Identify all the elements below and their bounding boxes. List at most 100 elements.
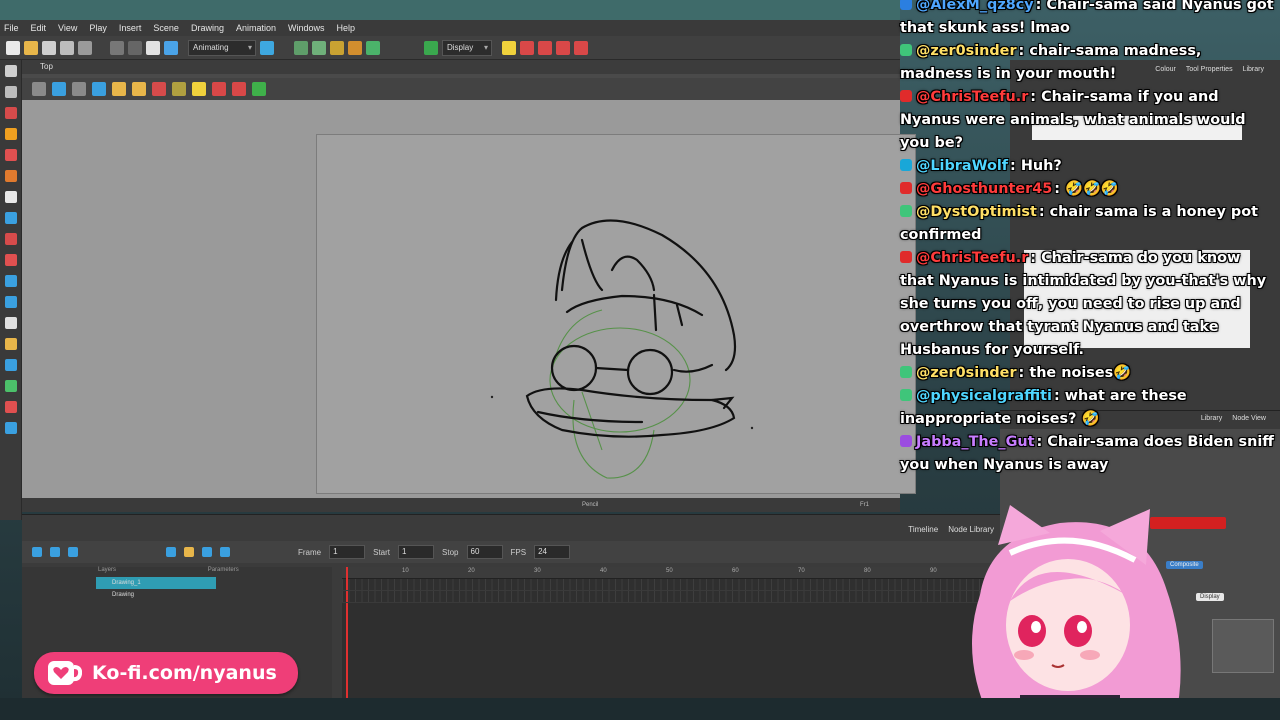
kofi-link[interactable]: Ko-fi.com/nyanus [92, 662, 277, 684]
stamp-tool-icon[interactable] [5, 401, 17, 413]
paint-tool-icon[interactable] [5, 170, 17, 182]
onion-range-icon[interactable] [574, 40, 588, 55]
ink-tool-icon[interactable] [5, 254, 17, 266]
text-tool-icon[interactable] [5, 191, 17, 203]
view-status-bar: Pencil Fr1 [22, 498, 900, 512]
cutter-tool-icon[interactable] [5, 380, 17, 392]
open-icon[interactable] [24, 40, 38, 55]
light-icon[interactable] [502, 40, 516, 55]
view-toolbar [22, 78, 900, 100]
menu-animation[interactable]: Animation [236, 23, 276, 33]
eraser-tool-icon[interactable] [5, 149, 17, 161]
sound-icon[interactable] [220, 547, 230, 557]
chat-username: @zer0sinder [916, 43, 1017, 59]
transform-tool-icon[interactable] [5, 359, 17, 371]
drawing-area[interactable] [22, 100, 916, 498]
save-icon[interactable] [42, 40, 56, 55]
select-tool-icon[interactable] [5, 65, 17, 77]
target-icon[interactable] [50, 547, 60, 557]
first-frame-icon[interactable] [68, 547, 78, 557]
zoom-tool-icon[interactable] [5, 338, 17, 350]
ellipse-tool-icon[interactable] [5, 212, 17, 224]
stop-field[interactable]: 60 [466, 545, 503, 559]
move-icon[interactable] [32, 547, 42, 557]
transform-icon[interactable] [330, 40, 344, 55]
save-as-icon[interactable] [60, 40, 74, 55]
chat-message: @ChrisTeefu.r: Chair-sama do you know th… [900, 250, 1267, 358]
stop-icon[interactable] [184, 547, 194, 557]
copy-icon[interactable] [164, 40, 178, 55]
camera-view: Top Pencil Fr1 [22, 60, 916, 512]
onion-next-icon[interactable] [556, 40, 570, 55]
brush-tool-icon[interactable] [5, 107, 17, 119]
chat-username: @LibraWolf [916, 158, 1009, 174]
play-icon[interactable] [166, 547, 176, 557]
chat-username: @physicalgraffiti [916, 388, 1052, 404]
tab-timeline[interactable]: Timeline [908, 525, 938, 534]
contour-tool-icon[interactable] [5, 86, 17, 98]
ruler-tick: 40 [600, 568, 607, 574]
workspace-select[interactable]: Animating [188, 39, 256, 56]
fit-view-icon[interactable] [52, 82, 66, 96]
chat-message: @Ghosthunter45: 🤣🤣🤣 [900, 178, 1276, 201]
kofi-banner[interactable]: Ko-fi.com/nyanus [34, 652, 298, 694]
track-row[interactable] [342, 579, 992, 591]
flip-icon[interactable] [72, 82, 86, 96]
onion-skin-icon[interactable] [520, 40, 534, 55]
frame-ruler[interactable]: 10 20 30 40 50 60 70 80 90 [342, 567, 992, 699]
grid-toggle-icon[interactable] [32, 82, 46, 96]
fps-field[interactable]: 24 [534, 545, 571, 559]
rotate-tool-icon[interactable] [5, 317, 17, 329]
start-field[interactable]: 1 [398, 545, 435, 559]
view-tab-top[interactable]: Top [22, 60, 900, 74]
redo-icon[interactable] [128, 40, 142, 55]
deform-icon[interactable] [348, 40, 362, 55]
menu-scene[interactable]: Scene [153, 23, 179, 33]
workspace-icon[interactable] [260, 40, 274, 55]
layer-row[interactable]: Drawing_1 [96, 577, 216, 589]
onion-prev-icon[interactable] [538, 40, 552, 55]
paint-bucket-icon[interactable] [132, 82, 146, 96]
green-flag-icon[interactable] [424, 40, 438, 55]
layer-row[interactable]: Drawing [22, 589, 332, 601]
colour-picker-icon[interactable] [5, 233, 17, 245]
loop-icon[interactable] [202, 547, 212, 557]
menu-edit[interactable]: Edit [31, 23, 47, 33]
ruler-tick: 20 [468, 568, 475, 574]
layers-header: Layers Parameters [22, 567, 332, 577]
morph-tool-icon[interactable] [5, 275, 17, 287]
drop-icon[interactable] [172, 82, 186, 96]
import-icon[interactable] [78, 40, 92, 55]
chat-username: @ChrisTeefu.r [916, 89, 1029, 105]
menu-drawing[interactable]: Drawing [191, 23, 224, 33]
spline-tool-icon[interactable] [5, 422, 17, 434]
onion-blue-icon[interactable] [232, 82, 246, 96]
frame-field[interactable]: 1 [329, 545, 366, 559]
display-node[interactable]: Display [1196, 593, 1224, 601]
track-row[interactable] [342, 591, 992, 603]
cut-icon[interactable] [146, 40, 160, 55]
menu-windows[interactable]: Windows [288, 23, 325, 33]
node-navigator[interactable] [1212, 619, 1274, 673]
layout-icon[interactable] [312, 40, 326, 55]
xsheet-track[interactable]: 10 20 30 40 50 60 70 80 90 [342, 567, 992, 699]
onion-red-icon[interactable] [212, 82, 226, 96]
new-icon[interactable] [6, 40, 20, 55]
display-select[interactable]: Display [442, 39, 492, 56]
pencil-tool-icon[interactable] [5, 128, 17, 140]
pen-icon[interactable] [152, 82, 166, 96]
peg-icon[interactable] [366, 40, 380, 55]
lock-icon[interactable] [112, 82, 126, 96]
menu-help[interactable]: Help [337, 23, 356, 33]
menu-play[interactable]: Play [89, 23, 107, 33]
onion-green-icon[interactable] [252, 82, 266, 96]
undo-icon[interactable] [110, 40, 124, 55]
grid-icon[interactable] [294, 40, 308, 55]
light-table-icon[interactable] [192, 82, 206, 96]
status-frame: Fr1 [860, 502, 869, 508]
hand-tool-icon[interactable] [5, 296, 17, 308]
menu-file[interactable]: File [4, 23, 19, 33]
menu-insert[interactable]: Insert [119, 23, 142, 33]
line-icon[interactable] [92, 82, 106, 96]
menu-view[interactable]: View [58, 23, 77, 33]
